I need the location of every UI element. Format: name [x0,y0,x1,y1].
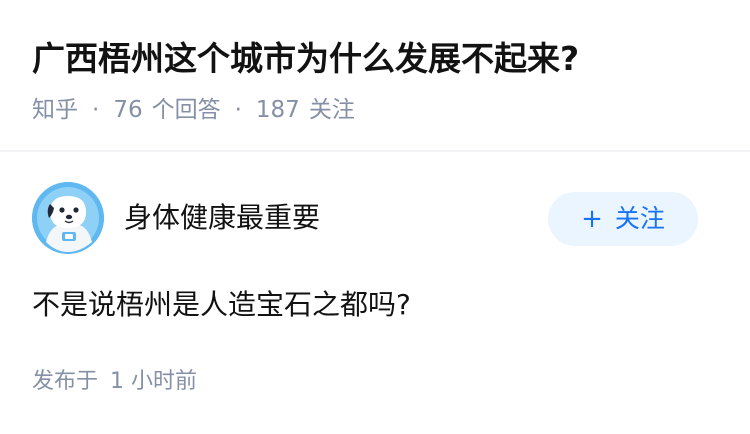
answer-content[interactable]: 不是说梧州是人造宝石之都吗? [32,284,411,326]
follower-count: 187 [255,97,300,123]
cartoon-dog-astronaut-avatar-icon [32,182,104,254]
published-label: 发布于 [32,369,99,394]
answer-count-label: 个回答 [151,97,221,123]
author-name[interactable]: 身体健康最重要 [124,198,320,238]
answer-count: 76 [113,97,143,123]
published-time: 1 小时前 [110,369,198,394]
section-divider [0,150,750,152]
source-label[interactable]: 知乎 [32,94,78,126]
meta-separator: · [92,97,100,123]
answer-published-time: 发布于 1 小时前 [32,366,197,398]
question-title[interactable]: 广西梧州这个城市为什么发展不起来? [32,36,579,82]
answer-author-row: 身体健康最重要 + 关注 [32,182,718,256]
zhihu-question-page: 广西梧州这个城市为什么发展不起来? 知乎 · 76 个回答 · 187 关注 身… [0,0,750,434]
follow-button[interactable]: + 关注 [548,192,698,246]
question-header: 广西梧州这个城市为什么发展不起来? 知乎 · 76 个回答 · 187 关注 [0,0,750,150]
follower-count-label: 关注 [308,97,355,123]
avatar[interactable] [32,182,104,254]
meta-separator: · [234,97,242,123]
plus-icon: + [581,204,603,234]
follow-button-label: 关注 [614,204,665,233]
question-meta: 知乎 · 76 个回答 · 187 关注 [32,94,355,126]
